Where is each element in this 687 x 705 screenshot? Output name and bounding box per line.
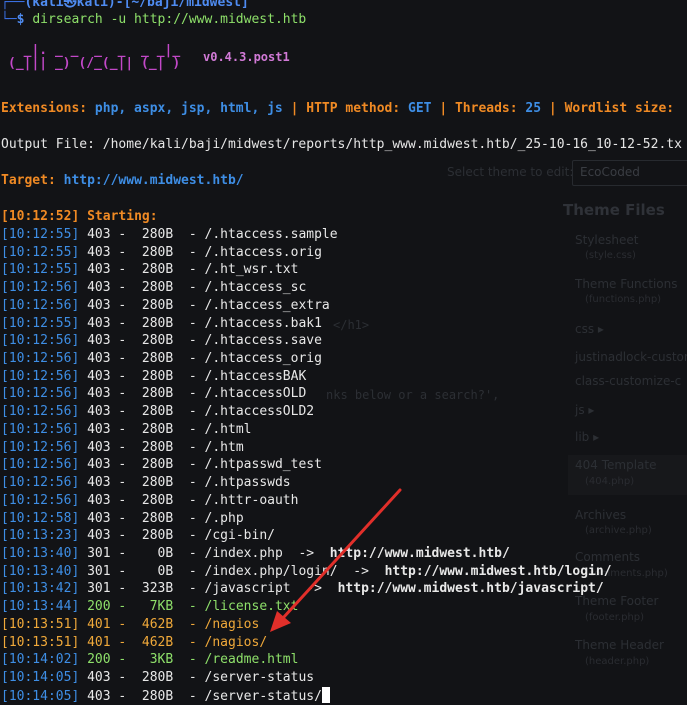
red-arrow-annotation <box>270 488 402 632</box>
terminal-window[interactable]: ┌──(kali㉿kali)-[~/baji/midwest] └─$ dirs… <box>0 0 687 705</box>
